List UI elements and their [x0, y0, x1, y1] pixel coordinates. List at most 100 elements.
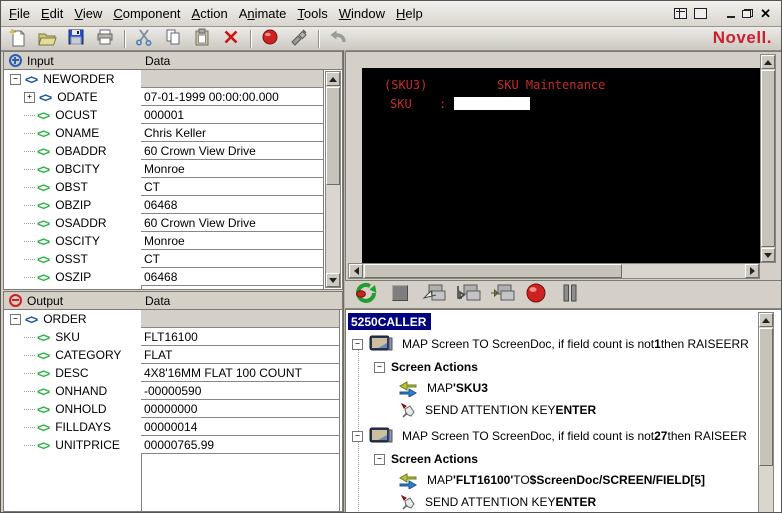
menu-action[interactable]: Action [192, 6, 228, 21]
tree-row-obst[interactable]: <> OBST CT [4, 178, 342, 196]
menu-tools[interactable]: Tools [297, 6, 327, 21]
expander-minus-icon[interactable]: − [352, 338, 363, 350]
step-to-breakpoint-button[interactable] [487, 283, 517, 307]
data-cell-category[interactable]: FLAT [141, 346, 339, 364]
menu-view[interactable]: View [74, 6, 102, 21]
animate-start-button[interactable] [351, 282, 381, 307]
tree-row-oscity[interactable]: <> OSCITY Monroe [4, 232, 342, 250]
action-row[interactable]: − Screen Actions [346, 449, 763, 469]
data-cell-osst[interactable]: CT [141, 250, 323, 268]
pause-button[interactable] [555, 283, 585, 307]
tree-row-category[interactable]: <> CATEGORY FLAT [4, 346, 342, 364]
step-over-button[interactable] [453, 283, 483, 307]
input-scrollbar[interactable] [325, 71, 341, 288]
terminal-field-separator: : [439, 97, 447, 111]
tree-row-osaddr[interactable]: <> OSADDR 60 Crown View Drive [4, 214, 342, 232]
restore-button[interactable] [742, 9, 754, 18]
data-cell-oname[interactable]: Chris Keller [141, 124, 323, 142]
data-cell-osaddr[interactable]: 60 Crown View Drive [141, 214, 323, 232]
minimize-button[interactable] [727, 16, 736, 18]
cut-button[interactable] [132, 29, 156, 49]
delete-button[interactable] [219, 29, 243, 49]
save-button[interactable] [64, 29, 88, 49]
record-button[interactable] [258, 29, 282, 49]
tree-row-obaddr[interactable]: <> OBADDR 60 Crown View Drive [4, 142, 342, 160]
menu-component[interactable]: Component [113, 6, 180, 21]
tree-row-obzip[interactable]: <> OBZIP 06468 [4, 196, 342, 214]
menu-help[interactable]: Help [396, 6, 423, 21]
copy-button[interactable] [161, 29, 185, 49]
expander-minus-icon[interactable]: − [10, 313, 21, 325]
new-document-button[interactable] [6, 28, 30, 49]
sku-input-field[interactable] [454, 97, 530, 110]
menu-window[interactable]: Window [339, 6, 385, 21]
expand-all-icon[interactable] [9, 54, 22, 67]
step-into-button[interactable] [419, 283, 449, 307]
expander-plus-icon[interactable]: + [24, 91, 35, 103]
data-cell-unitprice[interactable]: 00000765.99 [141, 436, 339, 454]
action-group-label: Screen Actions [391, 452, 478, 466]
data-cell-oscity[interactable]: Monroe [141, 232, 323, 250]
data-cell-sku[interactable]: FLT16100 [141, 328, 339, 346]
execute-icon [289, 27, 309, 50]
action-row[interactable]: − MAP Screen TO ScreenDoc, if field count… [346, 426, 763, 446]
menu-edit[interactable]: Edit [41, 6, 63, 21]
undo-button[interactable] [326, 29, 350, 49]
frame-window-button[interactable] [694, 8, 708, 19]
data-cell-onhand[interactable]: -00000590 [141, 382, 339, 400]
tree-row-odate[interactable]: + <> ODATE 07-01-1999 00:00:00.000 [4, 88, 342, 106]
action-vertical-scrollbar[interactable] [758, 312, 774, 512]
action-row[interactable]: SEND ATTENTION KEY ENTER [346, 400, 763, 420]
terminal-horizontal-scrollbar[interactable] [348, 263, 760, 279]
data-cell-neworder[interactable] [141, 70, 323, 88]
expander-minus-icon[interactable]: − [374, 453, 385, 465]
data-cell-obcity[interactable]: Monroe [141, 160, 323, 178]
data-cell-onhold[interactable]: 00000000 [141, 400, 339, 418]
data-cell-ocust[interactable]: 000001 [141, 106, 323, 124]
step-into-icon [421, 282, 447, 307]
tree-row-desc[interactable]: <> DESC 4X8'16MM FLAT 100 COUNT [4, 364, 342, 382]
terminal-vertical-scrollbar[interactable] [760, 54, 776, 263]
leaf-node-icon: <> [37, 365, 50, 381]
print-button[interactable] [93, 29, 117, 49]
leaf-node-icon: <> [37, 125, 50, 141]
tree-row-onhand[interactable]: <> ONHAND -00000590 [4, 382, 342, 400]
data-cell-order[interactable] [141, 310, 339, 328]
data-cell-obaddr[interactable]: 60 Crown View Drive [141, 142, 323, 160]
data-cell-oszip[interactable]: 06468 [141, 268, 323, 286]
close-button[interactable]: ✕ [760, 7, 771, 20]
expander-minus-icon[interactable]: − [374, 361, 385, 373]
menu-animate[interactable]: Animate [239, 6, 287, 21]
action-row[interactable]: − Screen Actions [346, 357, 763, 377]
data-cell-odate[interactable]: 07-01-1999 00:00:00.000 [141, 88, 323, 106]
data-cell-filldays[interactable]: 00000014 [141, 418, 339, 436]
tree-row-filldays[interactable]: <> FILLDAYS 00000014 [4, 418, 342, 436]
tree-row-sku[interactable]: <> SKU FLT16100 [4, 328, 342, 346]
tree-row-unitprice[interactable]: <> UNITPRICE 00000765.99 [4, 436, 342, 454]
tile-windows-button[interactable] [674, 8, 688, 19]
data-cell-obst[interactable]: CT [141, 178, 323, 196]
stop-button[interactable] [385, 283, 415, 307]
tree-row-ocust[interactable]: <> OCUST 000001 [4, 106, 342, 124]
tree-row-osst[interactable]: <> OSST CT [4, 250, 342, 268]
tree-row-order[interactable]: − <> ORDER [4, 310, 342, 328]
tree-row-neworder[interactable]: − <> NEWORDER [4, 70, 342, 88]
menu-file[interactable]: File [9, 6, 30, 21]
open-folder-button[interactable] [35, 29, 59, 49]
data-cell-desc[interactable]: 4X8'16MM FLAT 100 COUNT [141, 364, 339, 382]
action-row[interactable]: − MAP Screen TO ScreenDoc, if field count… [346, 334, 763, 354]
data-cell-obzip[interactable]: 06468 [141, 196, 323, 214]
execute-button[interactable] [287, 29, 311, 49]
tree-row-obcity[interactable]: <> OBCITY Monroe [4, 160, 342, 178]
action-row[interactable]: MAP 'SKU3 [346, 378, 763, 398]
expander-minus-icon[interactable]: − [10, 73, 21, 85]
tree-row-onhold[interactable]: <> ONHOLD 00000000 [4, 400, 342, 418]
expander-minus-icon[interactable]: − [352, 430, 363, 442]
action-row[interactable]: MAP 'FLT16100' TO $ScreenDoc/SCREEN/FIEL… [346, 470, 763, 490]
breakpoint-button[interactable] [521, 283, 551, 307]
tree-row-oszip[interactable]: <> OSZIP 06468 [4, 268, 342, 286]
tree-row-oname[interactable]: <> ONAME Chris Keller [4, 124, 342, 142]
action-row[interactable]: SEND ATTENTION KEY ENTER [346, 492, 763, 512]
paste-button[interactable] [190, 28, 214, 49]
collapse-all-icon[interactable] [9, 294, 22, 307]
